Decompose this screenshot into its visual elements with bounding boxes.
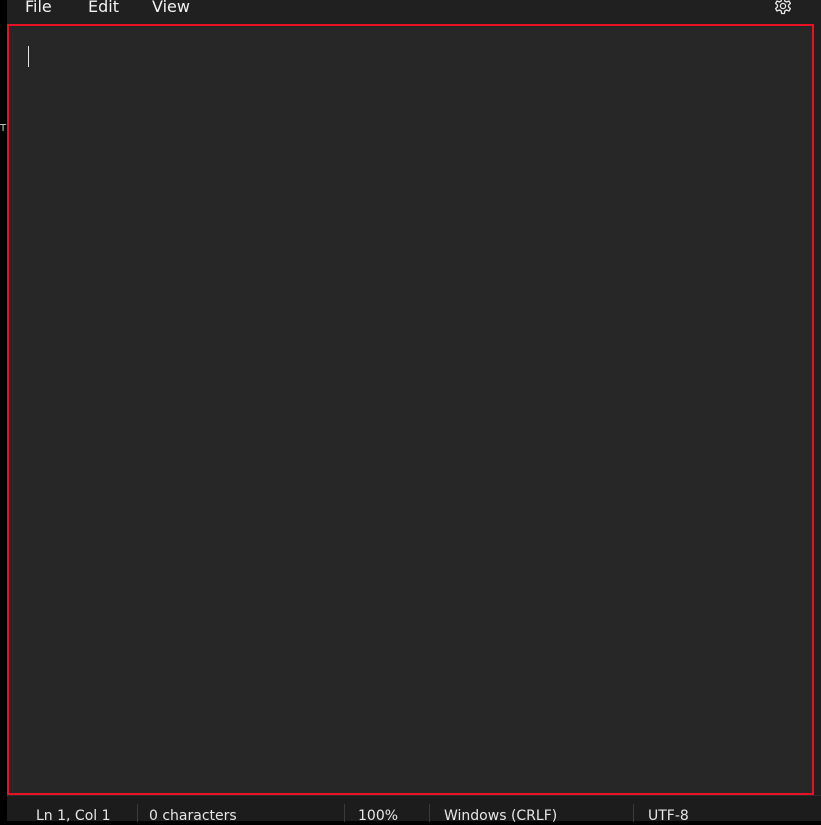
menu-bar: File Edit View	[7, 0, 821, 24]
status-character-count: 0 characters	[149, 808, 237, 824]
status-bar: Ln 1, Col 1 0 characters 100% Windows (C…	[7, 795, 821, 824]
status-encoding[interactable]: UTF-8	[648, 807, 689, 825]
status-divider	[633, 804, 634, 822]
background-window-fragment: T	[0, 123, 7, 134]
notepad-window: File Edit View Ln 1, Col 1 0 characters …	[7, 0, 821, 824]
menu-edit[interactable]: Edit	[88, 0, 119, 18]
status-divider	[344, 804, 345, 822]
text-caret	[28, 46, 29, 67]
status-line-ending[interactable]: Windows (CRLF)	[444, 807, 557, 825]
status-cursor-position: Ln 1, Col 1	[36, 808, 111, 824]
menu-view[interactable]: View	[152, 0, 190, 18]
status-divider	[429, 804, 430, 822]
menu-file[interactable]: File	[25, 0, 52, 18]
gear-icon	[774, 0, 792, 15]
settings-button[interactable]	[772, 0, 794, 16]
status-divider	[137, 804, 138, 822]
status-zoom[interactable]: 100%	[358, 807, 398, 825]
text-editor[interactable]	[7, 24, 814, 795]
editor-content[interactable]	[28, 42, 793, 777]
